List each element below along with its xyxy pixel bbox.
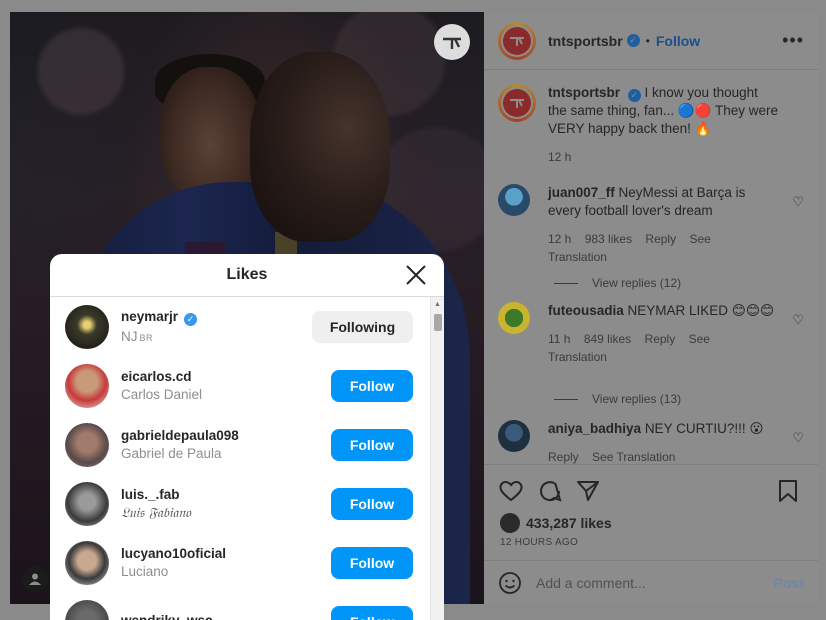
- full-name: NJ: [121, 329, 138, 344]
- username[interactable]: luis._.fab: [121, 487, 191, 502]
- heart-icon[interactable]: [498, 479, 524, 503]
- comment-username[interactable]: aniya_badhiya: [548, 421, 641, 436]
- avatar[interactable]: [65, 540, 109, 585]
- avatar[interactable]: [65, 481, 109, 526]
- reply-button[interactable]: Reply: [548, 450, 579, 464]
- comment-item: aniya_badhiya NEY CURTIU?!!! 😮 Reply See…: [498, 420, 804, 464]
- avatar[interactable]: [65, 304, 109, 349]
- caption-username[interactable]: tntsportsbr: [548, 85, 620, 100]
- view-replies-button[interactable]: View replies (13): [554, 392, 681, 406]
- likes-avatar: [500, 513, 520, 533]
- username[interactable]: gabrieldepaula098: [121, 428, 239, 443]
- comment-icon[interactable]: [538, 479, 562, 503]
- likes-dialog: Likes neymarjr ✓ NJ BR Following eicarlos.…: [50, 254, 444, 620]
- heart-icon[interactable]: ♡: [792, 430, 804, 446]
- verified-icon: ✓: [626, 34, 640, 47]
- comment-input[interactable]: Add a comment...: [536, 575, 646, 591]
- view-replies-label: View replies (12): [592, 276, 682, 290]
- full-name: Carlos Daniel: [121, 387, 203, 402]
- list-item: lucyano10oficial Luciano Follow: [50, 533, 444, 592]
- verified-icon: ✓: [184, 313, 198, 326]
- follow-button[interactable]: Follow: [656, 33, 700, 49]
- post-side-panel: tntsportsbr ✓ • Follow ••• tntsportsbr ✓…: [484, 12, 818, 604]
- follow-button[interactable]: Follow: [331, 487, 413, 520]
- likes-count[interactable]: 433,287 likes: [526, 515, 612, 531]
- comment-text: NEY CURTIU?!!! 😮: [644, 421, 764, 436]
- caption: tntsportsbr ✓ I know you thought the sam…: [498, 84, 804, 166]
- full-name: Gabriel de Paula: [121, 446, 222, 461]
- add-comment-bar: Add a comment... Post: [484, 560, 818, 604]
- likes-list[interactable]: neymarjr ✓ NJ BR Following eicarlos.cd Car…: [50, 297, 444, 620]
- comment-username[interactable]: juan007_ff: [548, 185, 615, 200]
- post-actions: 433,287 likes 12 HOURS AGO: [484, 464, 818, 554]
- comment-likes[interactable]: 849 likes: [584, 332, 631, 346]
- follow-button[interactable]: Follow: [331, 546, 413, 579]
- scrollbar[interactable]: ▲: [430, 297, 444, 620]
- comment-username[interactable]: futeousadia: [548, 303, 624, 318]
- account-name[interactable]: tntsportsbr: [548, 33, 623, 49]
- view-replies-label: View replies (13): [592, 392, 682, 406]
- caption-time: 12 h: [548, 150, 572, 164]
- list-item: eicarlos.cd Carlos Daniel Follow: [50, 356, 444, 415]
- comment-time: 12 h: [548, 232, 572, 246]
- heart-icon[interactable]: ♡: [792, 312, 804, 328]
- user-tag-icon[interactable]: [22, 566, 48, 592]
- see-translation-button[interactable]: See Translation: [592, 450, 675, 464]
- comment-item: juan007_ff NeyMessi at Barça is every fo…: [498, 184, 804, 266]
- list-item: wendriky_wsc Follow: [50, 592, 444, 620]
- more-icon[interactable]: •••: [782, 30, 804, 51]
- follow-button[interactable]: Follow: [331, 428, 413, 461]
- likes-dialog-title: Likes: [226, 266, 268, 283]
- share-icon[interactable]: [576, 479, 600, 503]
- post-header: tntsportsbr ✓ • Follow •••: [484, 12, 818, 70]
- full-name: Luciano: [121, 564, 169, 579]
- avatar[interactable]: [65, 599, 109, 620]
- likes-dialog-header: Likes: [50, 254, 444, 297]
- username[interactable]: neymarjr: [121, 309, 178, 324]
- list-item: gabrieldepaula098 Gabriel de Paula Follo…: [50, 415, 444, 474]
- following-button[interactable]: Following: [312, 310, 413, 343]
- follow-button[interactable]: Follow: [331, 369, 413, 402]
- view-replies-button[interactable]: View replies (12): [554, 276, 681, 290]
- full-name-suffix: BR: [139, 333, 154, 343]
- comment-avatar[interactable]: [498, 302, 530, 334]
- avatar[interactable]: [65, 422, 109, 467]
- account-avatar[interactable]: [498, 21, 536, 60]
- smile-icon[interactable]: [498, 571, 522, 595]
- reply-button[interactable]: Reply: [645, 332, 676, 346]
- follow-button[interactable]: Follow: [331, 605, 413, 620]
- comment-time: 11 h: [548, 332, 571, 346]
- username[interactable]: wendriky_wsc: [121, 613, 213, 620]
- separator-dot: •: [645, 33, 650, 48]
- tnt-logo-icon: [434, 24, 470, 60]
- comment-item: futeousadia NEYMAR LIKED 😊😊😊 11 h 849 li…: [498, 302, 804, 366]
- close-icon[interactable]: [404, 263, 428, 287]
- scrollbar-thumb[interactable]: [434, 314, 442, 331]
- username[interactable]: lucyano10oficial: [121, 546, 226, 561]
- caption-avatar[interactable]: [498, 84, 536, 122]
- comment-text: NEYMAR LIKED 😊😊😊: [627, 303, 775, 318]
- username[interactable]: eicarlos.cd: [121, 369, 202, 384]
- comment-avatar[interactable]: [498, 184, 530, 216]
- comment-likes[interactable]: 983 likes: [585, 232, 632, 246]
- avatar[interactable]: [65, 363, 109, 408]
- full-name: 𝔏𝔲𝔦𝔰 𝔉𝔞𝔟𝔦𝔞𝔫𝔬: [121, 504, 191, 521]
- list-item: luis._.fab 𝔏𝔲𝔦𝔰 𝔉𝔞𝔟𝔦𝔞𝔫𝔬 Follow: [50, 474, 444, 533]
- post-comment-button[interactable]: Post: [774, 575, 804, 591]
- verified-icon: ✓: [627, 88, 641, 102]
- scroll-up-icon[interactable]: ▲: [434, 301, 441, 308]
- reply-button[interactable]: Reply: [645, 232, 676, 246]
- heart-icon[interactable]: ♡: [792, 194, 804, 210]
- comment-avatar[interactable]: [498, 420, 530, 452]
- post-time-ago: 12 HOURS AGO: [500, 537, 579, 548]
- list-item: neymarjr ✓ NJ BR Following: [50, 297, 444, 356]
- comments-list[interactable]: tntsportsbr ✓ I know you thought the sam…: [484, 70, 818, 464]
- bookmark-icon[interactable]: [778, 479, 798, 503]
